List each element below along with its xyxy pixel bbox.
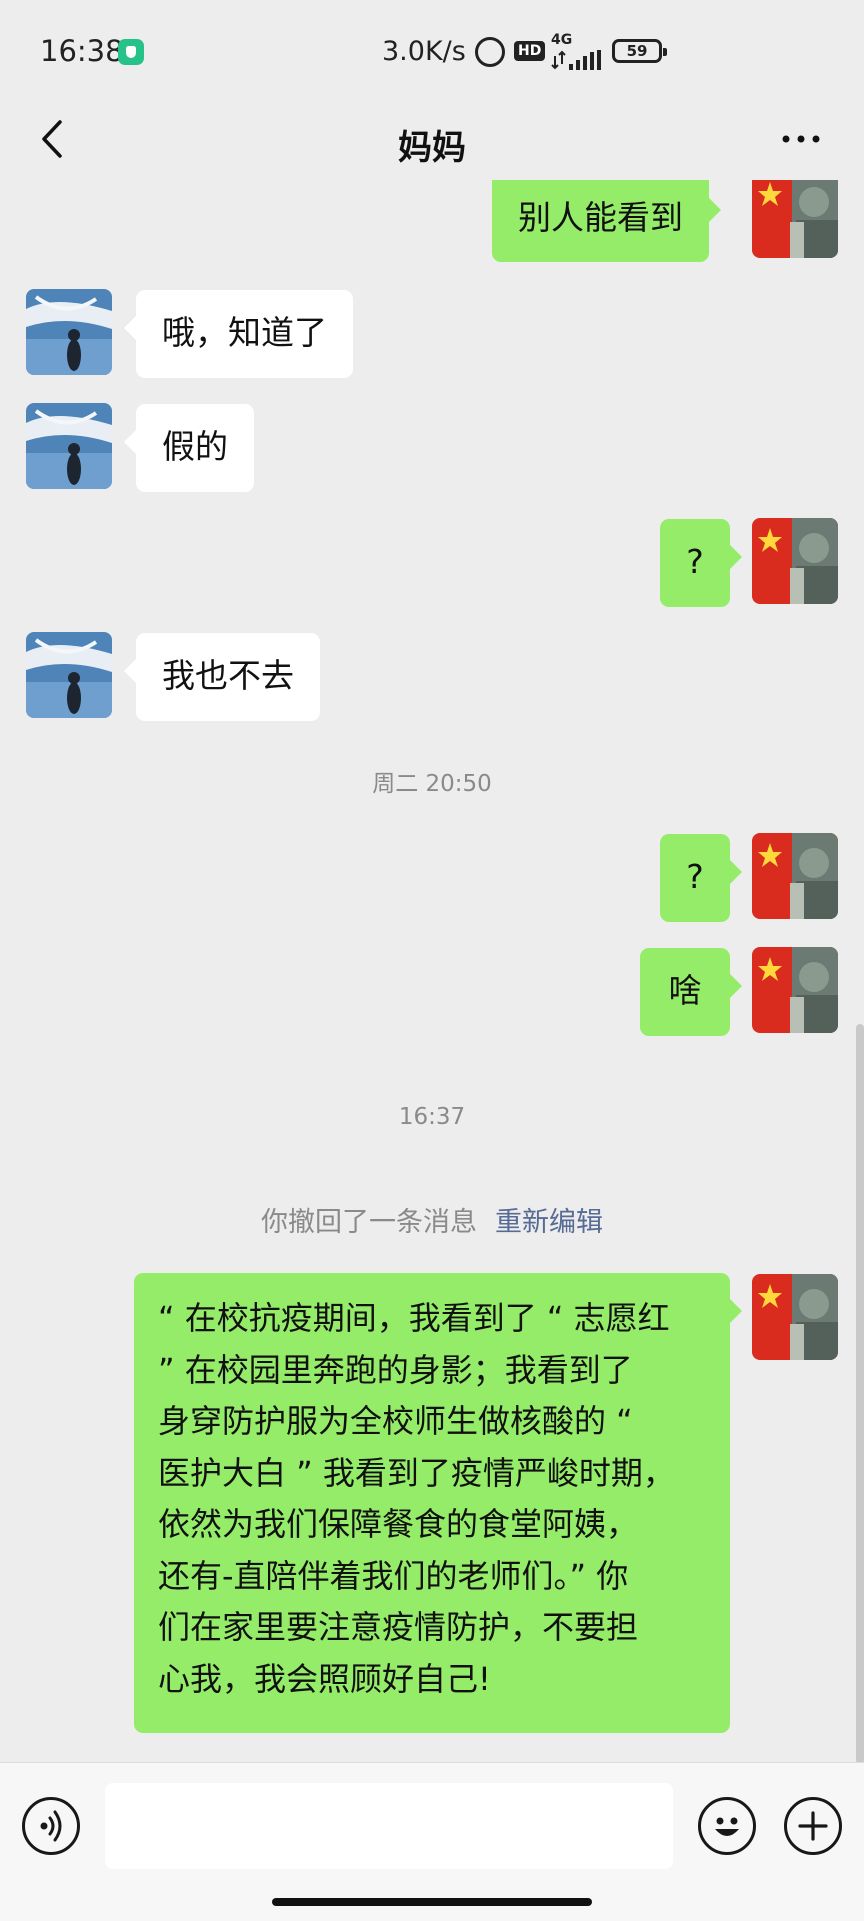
message-line: 依然为我们保障餐食的食堂阿姨， (158, 1505, 639, 1543)
incoming-message-bubble[interactable]: 假的 (124, 404, 254, 492)
timestamp: 周二 20:50 (372, 771, 492, 797)
my-avatar[interactable] (752, 180, 838, 258)
contact-avatar[interactable] (26, 403, 112, 489)
emoji-icon (715, 1817, 739, 1836)
contact-avatar[interactable] (26, 289, 112, 375)
my-avatar[interactable] (752, 947, 838, 1033)
message-text: ? (686, 542, 704, 581)
re-edit-link[interactable]: 重新编辑 (495, 1207, 603, 1238)
home-indicator[interactable] (272, 1898, 592, 1906)
message-line: 还有-直陪伴着我们的老师们。” 你 (158, 1556, 629, 1595)
outgoing-message-bubble[interactable]: 啥 (640, 948, 742, 1036)
outgoing-message-bubble[interactable]: ? (660, 519, 742, 607)
alarm-icon (475, 37, 505, 67)
status-time: 16:38 (40, 34, 124, 68)
message-line: 们在家里要注意疫情防护，不要担 (158, 1608, 639, 1646)
contact-avatar[interactable] (26, 632, 112, 718)
more-options-icon[interactable] (776, 114, 826, 164)
battery-icon: 59 (612, 39, 667, 63)
chat-scrollbar[interactable] (856, 1024, 864, 1764)
message-input[interactable] (105, 1783, 673, 1869)
voice-input-button[interactable] (22, 1797, 80, 1855)
message-line: 医护大白 ” 我看到了疫情严峻时期， (158, 1453, 675, 1492)
message-line: ” 在校园里奔跑的身影；我看到了 (158, 1350, 633, 1389)
message-text: 我也不去 (162, 656, 294, 695)
chat-header: 妈妈 (0, 100, 864, 180)
my-avatar[interactable] (752, 833, 838, 919)
message-text: 啥 (668, 971, 702, 1010)
message-line: 身穿防护服为全校师生做核酸的 “ (158, 1402, 633, 1440)
message-line: “ 在校抗疫期间，我看到了 “ 志愿红 (158, 1299, 670, 1337)
status-bar: 16:38 3.0K/s HD 4G 59 (0, 0, 864, 100)
more-functions-button[interactable] (784, 1797, 842, 1855)
message-text: ? (686, 857, 704, 896)
message-text: 假的 (162, 427, 228, 466)
incoming-message-bubble[interactable]: 哦，知道了 (124, 290, 353, 378)
voice-icon (40, 1810, 62, 1842)
my-avatar[interactable] (752, 518, 838, 604)
outgoing-message-bubble[interactable]: ? (660, 834, 742, 922)
network-speed: 3.0K/s (382, 36, 466, 67)
hd-badge: HD (514, 41, 546, 61)
recall-notice: 你撤回了一条消息 重新编辑 (0, 1200, 864, 1239)
signal-icon (551, 50, 601, 70)
chat-title: 妈妈 (398, 128, 466, 168)
outgoing-message-bubble[interactable]: 别人能看到 (492, 180, 721, 262)
app-notification-icon (118, 39, 144, 65)
emoji-button[interactable] (698, 1797, 756, 1855)
message-text: 别人能看到 (518, 198, 683, 237)
timestamp: 16:37 (398, 1104, 466, 1130)
plus-icon (798, 1811, 828, 1841)
network-type: 4G (551, 32, 573, 48)
recall-text: 你撤回了一条消息 (261, 1207, 477, 1238)
incoming-message-bubble[interactable]: 我也不去 (124, 633, 320, 721)
message-text: 哦，知道了 (162, 313, 327, 352)
outgoing-message-bubble[interactable]: “ 在校抗疫期间，我看到了 “ 志愿红 ” 在校园里奔跑的身影；我看到了 身穿防… (134, 1273, 742, 1733)
my-avatar[interactable] (752, 1274, 838, 1360)
chat-area[interactable]: 别人能看到 哦，知道了 假的 ? 我也不去 周二 20:50 ? 啥 16:37… (0, 180, 864, 1760)
message-line: 心我，我会照顾好自己! (158, 1659, 491, 1698)
